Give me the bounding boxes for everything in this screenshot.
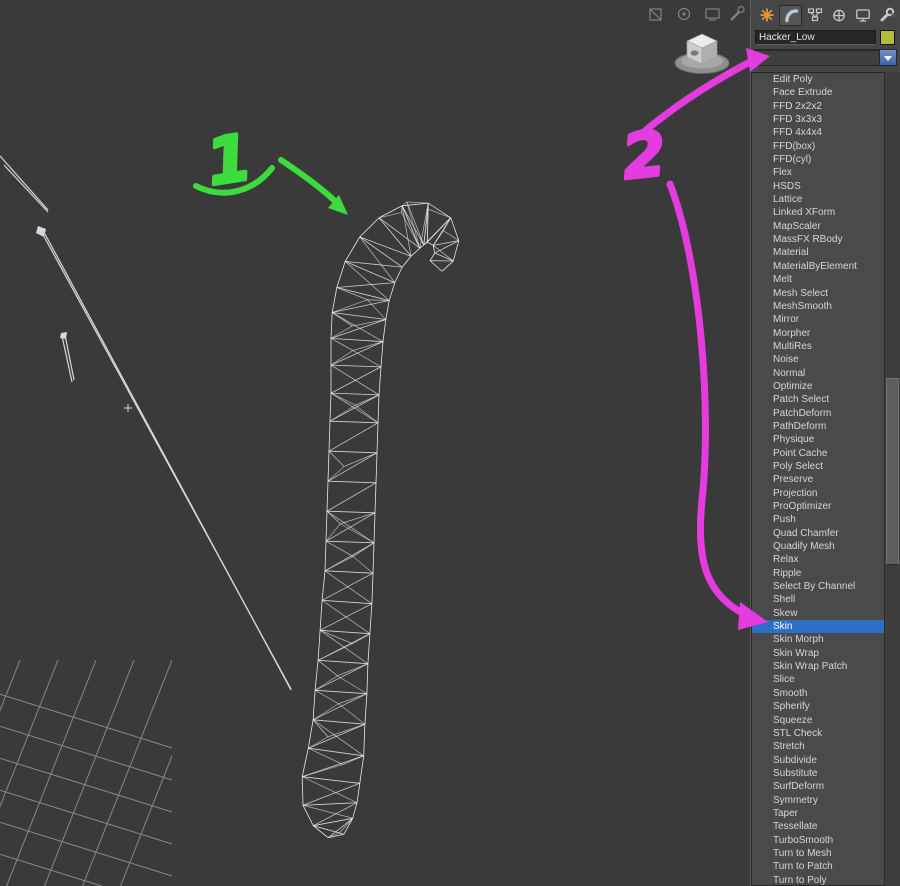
tab-utilities[interactable]: [875, 5, 898, 26]
modifier-item-prooptimizer[interactable]: ProOptimizer: [752, 500, 884, 513]
modifier-item-skin-wrap[interactable]: Skin Wrap: [752, 647, 884, 660]
tab-motion[interactable]: [827, 5, 850, 26]
modifier-item-spherify[interactable]: Spherify: [752, 700, 884, 713]
command-panel-tabs: [751, 0, 900, 27]
modifier-item-ffd-3x3x3[interactable]: FFD 3x3x3: [752, 113, 884, 126]
modifier-item-ripple[interactable]: Ripple: [752, 567, 884, 580]
modifier-item-melt[interactable]: Melt: [752, 273, 884, 286]
modifier-item-lattice[interactable]: Lattice: [752, 193, 884, 206]
modifier-item-hsds[interactable]: HSDS: [752, 180, 884, 193]
object-color-swatch[interactable]: [880, 30, 895, 45]
wireframe-model[interactable]: [301, 201, 460, 839]
tab-hierarchy[interactable]: [803, 5, 826, 26]
modifier-item-projection[interactable]: Projection: [752, 487, 884, 500]
modifier-item-material[interactable]: Material: [752, 246, 884, 259]
modify-bend-icon: [784, 9, 798, 23]
hierarchy-links-icon: [807, 8, 822, 22]
modifier-item-subdivide[interactable]: Subdivide: [752, 754, 884, 767]
modifier-item-ffd-box-[interactable]: FFD(box): [752, 140, 884, 153]
object-name-row: [751, 27, 900, 47]
modifier-item-pathdeform[interactable]: PathDeform: [752, 420, 884, 433]
modifier-item-linked-xform[interactable]: Linked XForm: [752, 206, 884, 219]
modifier-item-edit-poly[interactable]: Edit Poly: [752, 73, 884, 86]
modifier-item-substitute[interactable]: Substitute: [752, 767, 884, 780]
modifier-item-tessellate[interactable]: Tessellate: [752, 820, 884, 833]
modifier-item-ffd-2x2x2[interactable]: FFD 2x2x2: [752, 100, 884, 113]
modifier-item-poly-select[interactable]: Poly Select: [752, 460, 884, 473]
modifier-item-turn-to-poly[interactable]: Turn to Poly: [752, 874, 884, 885]
monitor-icon[interactable]: [705, 8, 720, 21]
modifier-item-ffd-cyl-[interactable]: FFD(cyl): [752, 153, 884, 166]
modifier-item-skew[interactable]: Skew: [752, 607, 884, 620]
modifier-dropdown-list[interactable]: Edit Poly Face Extrude FFD 2x2x2 FFD 3x3x3 F…: [751, 72, 885, 886]
application-window: Edit PolyFace ExtrudeFFD 2x2x2FFD 3x3x3F…: [0, 0, 900, 886]
dropdown-scrollbar[interactable]: [884, 72, 900, 886]
cube-icon[interactable]: [649, 8, 662, 21]
modifier-item-ffd-4x4x4[interactable]: FFD 4x4x4: [752, 126, 884, 139]
modifier-list-combobox[interactable]: [754, 49, 897, 66]
modifier-item-optimize[interactable]: Optimize: [752, 380, 884, 393]
modifier-item-face-extrude[interactable]: Face Extrude: [752, 86, 884, 99]
modifier-item-push[interactable]: Push: [752, 513, 884, 526]
viewport-3d[interactable]: [0, 0, 750, 886]
modifier-item-multires[interactable]: MultiRes: [752, 340, 884, 353]
modifier-item-point-cache[interactable]: Point Cache: [752, 447, 884, 460]
modifier-item-turbosmooth[interactable]: TurboSmooth: [752, 834, 884, 847]
modifier-item-materialbyelement[interactable]: MaterialByElement: [752, 260, 884, 273]
modifier-item-surfdeform[interactable]: SurfDeform: [752, 780, 884, 793]
modifier-item-slice[interactable]: Slice: [752, 673, 884, 686]
modifier-item-squeeze[interactable]: Squeeze: [752, 714, 884, 727]
modifier-item-turn-to-patch[interactable]: Turn to Patch: [752, 860, 884, 873]
modifier-item-preserve[interactable]: Preserve: [752, 473, 884, 486]
skeleton-bones: [0, 155, 292, 691]
modifier-item-mirror[interactable]: Mirror: [752, 313, 884, 326]
monitor-icon: [855, 9, 870, 22]
modifier-item-stretch[interactable]: Stretch: [752, 740, 884, 753]
teapot-gizmo[interactable]: [674, 33, 730, 74]
modifier-item-taper[interactable]: Taper: [752, 807, 884, 820]
modifier-item-patchdeform[interactable]: PatchDeform: [752, 407, 884, 420]
modifier-item-turn-to-mesh[interactable]: Turn to Mesh: [752, 847, 884, 860]
modifier-item-meshsmooth[interactable]: MeshSmooth: [752, 300, 884, 313]
modifier-item-noise[interactable]: Noise: [752, 353, 884, 366]
modifier-item-stl-check[interactable]: STL Check: [752, 727, 884, 740]
command-panel: Edit PolyFace ExtrudeFFD 2x2x2FFD 3x3x3F…: [750, 0, 900, 886]
tab-display[interactable]: [851, 5, 874, 26]
viewport-toolbar-icons[interactable]: [649, 5, 745, 21]
ground-grid: [0, 659, 172, 886]
modifier-item-skin-morph[interactable]: Skin Morph: [752, 633, 884, 646]
modifier-combobox-arrow-button[interactable]: [879, 50, 896, 65]
tab-modify[interactable]: [779, 4, 802, 26]
wrench-icon[interactable]: [730, 5, 745, 21]
modifier-item-flex[interactable]: Flex: [752, 166, 884, 179]
tab-create[interactable]: [755, 5, 778, 26]
modifier-combobox-field[interactable]: [755, 50, 879, 65]
modifier-item-patch-select[interactable]: Patch Select: [752, 393, 884, 406]
modifier-item-quadify-mesh[interactable]: Quadify Mesh: [752, 540, 884, 553]
chevron-down-icon: [884, 55, 892, 65]
modifier-item-normal[interactable]: Normal: [752, 367, 884, 380]
wrench-icon: [880, 7, 895, 22]
modifier-item-mesh-select[interactable]: Mesh Select: [752, 287, 884, 300]
modifier-item-shell[interactable]: Shell: [752, 593, 884, 606]
modifier-item-select-by-channel[interactable]: Select By Channel: [752, 580, 884, 593]
object-name-input[interactable]: [755, 30, 876, 45]
sphere-icon[interactable]: [677, 7, 691, 21]
modifier-item-relax[interactable]: Relax: [752, 553, 884, 566]
modifier-item-symmetry[interactable]: Symmetry: [752, 794, 884, 807]
modifier-item-smooth[interactable]: Smooth: [752, 687, 884, 700]
dropdown-scrollbar-thumb[interactable]: [886, 378, 899, 565]
star-icon: [760, 8, 773, 22]
modifier-item-skin-wrap-patch[interactable]: Skin Wrap Patch: [752, 660, 884, 673]
modifier-item-physique[interactable]: Physique: [752, 433, 884, 446]
modifier-item-skin[interactable]: Skin: [752, 620, 884, 634]
modifier-item-quad-chamfer[interactable]: Quad Chamfer: [752, 527, 884, 540]
motion-wheel-icon: [832, 9, 845, 22]
modifier-item-mapscaler[interactable]: MapScaler: [752, 220, 884, 233]
modifier-item-massfx-rbody[interactable]: MassFX RBody: [752, 233, 884, 246]
modifier-item-morpher[interactable]: Morpher: [752, 327, 884, 340]
